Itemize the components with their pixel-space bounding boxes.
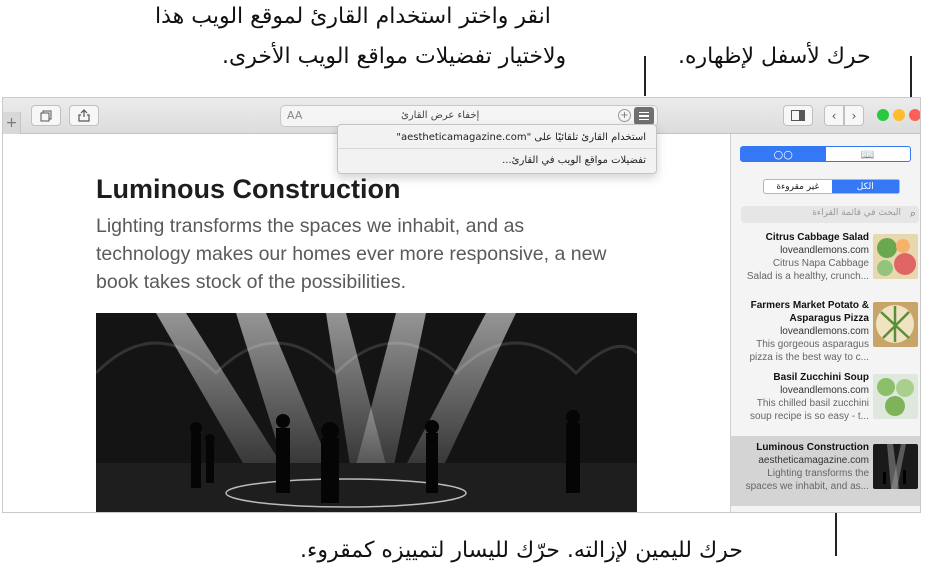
menu-item-auto-reader[interactable]: استخدام القارئ تلقائيًا على "aestheticam… [396,132,646,143]
item-thumbnail [873,302,918,347]
item-title: Citrus Cabbage Salad [765,232,869,243]
tabs-icon [40,110,52,121]
book-icon: 📖 [860,147,875,161]
sidebar-tab-selector: ○○ 📖 [740,146,911,162]
article-subtitle: Lighting transforms the spaces we inhabi… [96,215,607,293]
callout-reader-line2: ولاختيار تفضيلات مواقع الويب الأخرى. [222,44,567,69]
reading-list-item[interactable]: Basil Zucchini Soup loveandlemons.com Th… [731,366,920,436]
item-thumbnail [873,234,918,279]
article-hero-image [96,313,637,512]
item-description: Salad is a healthy, crunch... [746,271,869,282]
safari-window: + AA إخفاء عرض القارئ + ‹ › استخدام القا… [2,97,921,513]
reading-list-item[interactable]: Citrus Cabbage Salad loveandlemons.com C… [731,226,920,296]
callout-pull-down: حرك لأسفل لإظهاره. [678,44,871,69]
close-button[interactable] [909,109,920,121]
tab-bookmarks[interactable]: 📖 [826,147,911,161]
reading-list-search[interactable]: البحث في قائمة القراءة ⌕ [741,206,919,223]
callout-swipe: حرك لليمين لإزالته. حرّك لليسار لتمييزه … [300,538,743,563]
filter-all[interactable]: الكل [831,180,899,193]
callout-leader-line [644,56,646,96]
glasses-icon: ○○ [773,147,793,161]
reading-list-item-selected[interactable]: Luminous Construction aestheticamagazine… [731,436,920,506]
item-description: Citrus Napa Cabbage [772,258,869,269]
text-size-icon[interactable]: AA [287,109,302,122]
item-thumbnail [873,374,918,419]
item-description: This gorgeous asparagus [756,339,869,350]
sidebar-icon [791,110,805,121]
item-description: spaces we inhabit, and as... [745,481,869,492]
tab-overview-button[interactable] [31,105,61,126]
filter-unread[interactable]: غير مقروءة [764,180,832,193]
reading-list-item[interactable]: Farmers Market Potato & Asparagus Pizza … [731,294,920,364]
share-button[interactable] [69,105,99,126]
item-title: Basil Zucchini Soup [773,372,869,383]
menu-item-reader-preferences[interactable]: تفضيلات مواقع الويب في القارئ... [502,155,646,166]
item-site: loveandlemons.com [780,326,869,337]
reading-filter: الكل غير مقروءة [763,179,900,194]
search-icon: ⌕ [909,207,916,220]
item-description: Lighting transforms the [767,468,869,479]
chevron-right-icon: › [851,108,857,123]
article-title: Luminous Construction [96,174,401,204]
chevron-left-icon: ‹ [831,108,837,123]
back-button[interactable]: ‹ [824,105,844,126]
item-description: soup recipe is so easy - t... [750,411,869,422]
item-thumbnail [873,444,918,489]
reading-list-sidebar: ○○ 📖 الكل غير مقروءة البحث في قائمة القر… [730,134,920,512]
item-description: pizza is the best way to c... [749,352,870,363]
zoom-button[interactable] [877,109,889,121]
item-title: Farmers Market Potato & [750,300,869,311]
new-tab-button[interactable]: + [3,112,21,134]
share-icon [78,109,90,122]
search-placeholder: البحث في قائمة القراءة [812,208,901,218]
reader-options-button[interactable] [634,107,654,125]
item-site: loveandlemons.com [780,245,869,256]
reader-options-menu: استخدام القارئ تلقائيًا على "aestheticam… [337,124,657,174]
tab-reading-list[interactable]: ○○ [741,147,826,161]
address-text: إخفاء عرض القارئ [401,110,480,121]
item-title-continued: Asparagus Pizza [789,313,869,324]
item-description: This chilled basil zucchini [756,398,869,409]
forward-button[interactable]: › [844,105,864,126]
sidebar-toggle-button[interactable] [783,105,813,126]
callout-reader-line1: انقر واختر استخدام القارئ لموقع الويب هذ… [155,4,551,29]
add-icon[interactable]: + [618,109,631,122]
screenshot-stage: انقر واختر استخدام القارئ لموقع الويب هذ… [0,0,931,583]
item-site: aestheticamagazine.com [758,455,869,466]
menu-divider [338,148,656,149]
minimize-button[interactable] [893,109,905,121]
item-title: Luminous Construction [756,442,869,453]
item-site: loveandlemons.com [780,385,869,396]
